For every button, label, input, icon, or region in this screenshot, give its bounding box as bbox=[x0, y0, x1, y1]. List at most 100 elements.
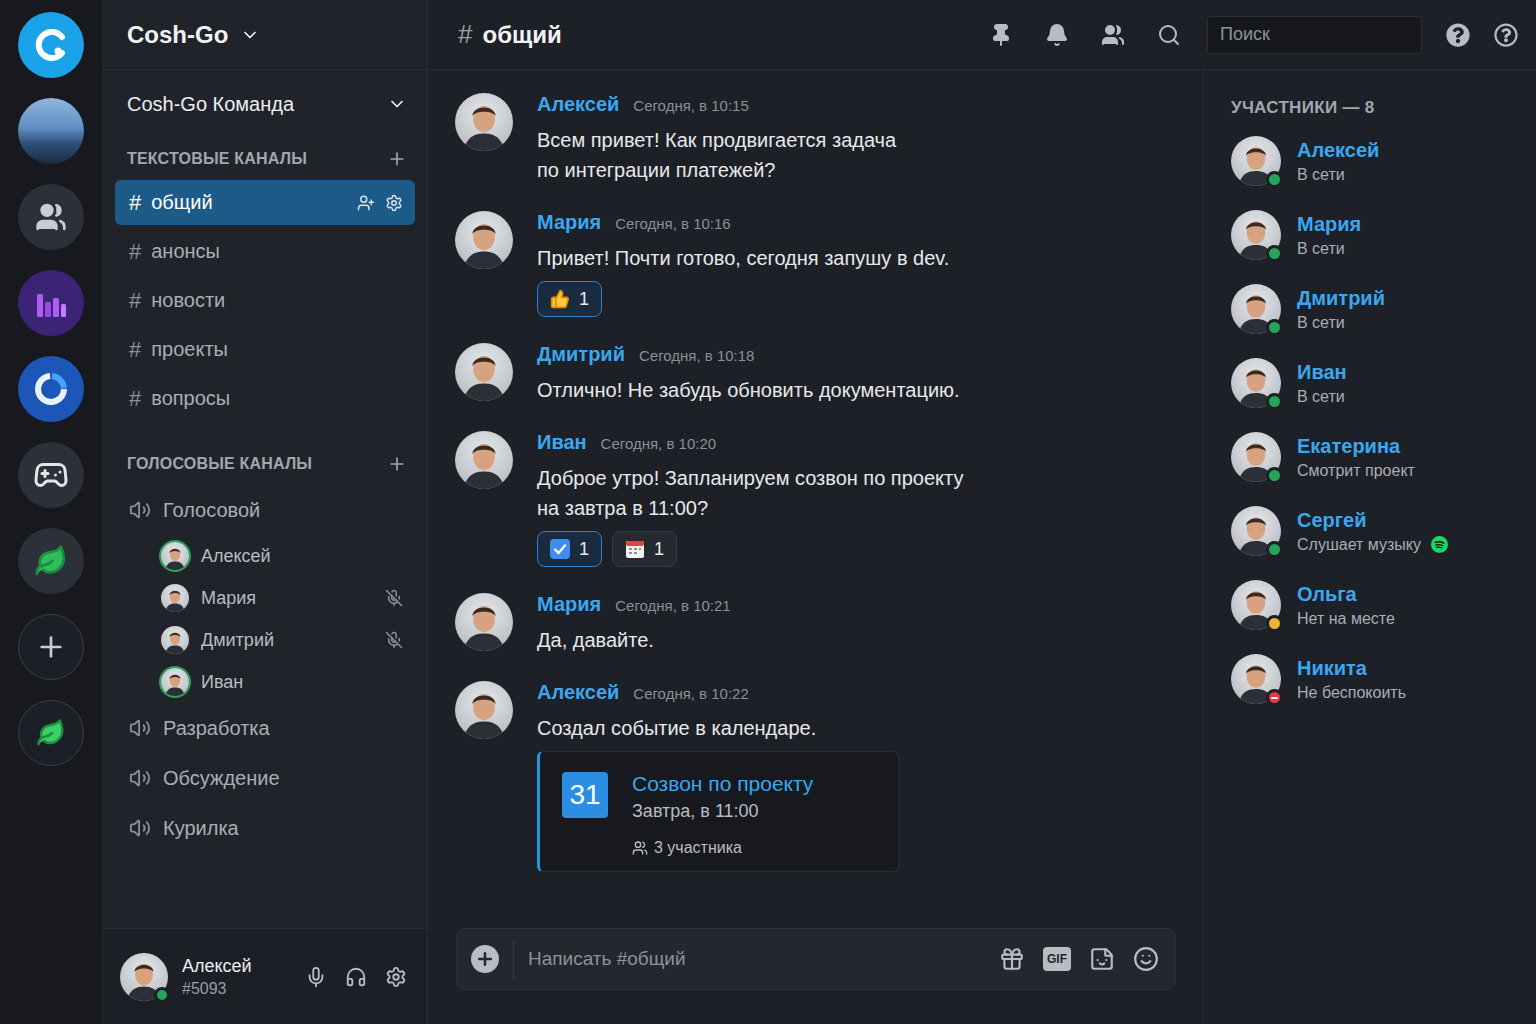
channel-item[interactable]: #анонсы bbox=[115, 229, 415, 274]
help-icon[interactable] bbox=[1446, 23, 1470, 47]
avatar-photo bbox=[455, 343, 513, 401]
search-icon[interactable] bbox=[1157, 23, 1181, 47]
voice-member[interactable]: Мария bbox=[115, 577, 415, 619]
add-user-icon[interactable] bbox=[357, 194, 375, 212]
thumbs-up-icon bbox=[550, 289, 570, 309]
channel-item[interactable]: #общий bbox=[115, 180, 415, 225]
server-header[interactable]: Cosh-Go bbox=[103, 0, 427, 70]
author-name[interactable]: Мария bbox=[537, 593, 601, 616]
reaction[interactable]: 1 bbox=[537, 281, 602, 317]
message-body: АлексейСегодня, в 10:22Создал событие в … bbox=[537, 681, 899, 872]
plus-icon[interactable] bbox=[387, 149, 407, 169]
voice-member-name: Алексей bbox=[201, 546, 403, 567]
server-button[interactable] bbox=[18, 184, 84, 250]
server-button[interactable] bbox=[18, 356, 84, 422]
event-card[interactable]: 31Созвон по проектуЗавтра, в 11:003 учас… bbox=[537, 751, 899, 872]
avatar[interactable] bbox=[455, 681, 513, 739]
emoji-icon[interactable] bbox=[1133, 946, 1159, 972]
avatar[interactable] bbox=[455, 431, 513, 489]
person-icon bbox=[455, 431, 513, 489]
channel-item[interactable]: #проекты bbox=[115, 327, 415, 372]
voice-member[interactable]: Алексей bbox=[115, 535, 415, 577]
author-name[interactable]: Алексей bbox=[537, 93, 619, 116]
server-button[interactable] bbox=[18, 270, 84, 336]
member-item[interactable]: МарияВ сети bbox=[1231, 210, 1524, 260]
person-icon bbox=[161, 584, 189, 612]
team-selector[interactable]: Cosh-Go Команда bbox=[103, 70, 427, 138]
logo-icon bbox=[31, 25, 71, 65]
message: АлексейСегодня, в 10:22Создал событие в … bbox=[455, 681, 1176, 872]
voice-channel[interactable]: Голосовой bbox=[115, 485, 415, 535]
section-title: ТЕКСТОВЫЕ КАНАЛЫ bbox=[127, 150, 307, 168]
plus-icon[interactable] bbox=[387, 454, 407, 474]
gear-icon[interactable] bbox=[385, 966, 407, 988]
server-button[interactable] bbox=[18, 98, 84, 164]
member-item[interactable]: ОльгаНет на месте bbox=[1231, 580, 1524, 630]
member-item[interactable]: ЕкатеринаСмотрит проект bbox=[1231, 432, 1524, 482]
member-name: Алексей bbox=[1297, 139, 1379, 162]
avatar[interactable] bbox=[1231, 580, 1281, 630]
member-item[interactable]: СергейСлушает музыку bbox=[1231, 506, 1524, 556]
message-text: Всем привет! Как продвигается задача по … bbox=[537, 125, 896, 185]
avatar[interactable] bbox=[1231, 210, 1281, 260]
avatar[interactable] bbox=[455, 593, 513, 651]
reaction[interactable]: 1 bbox=[612, 531, 677, 567]
avatar[interactable] bbox=[1231, 358, 1281, 408]
member-item[interactable]: АлексейВ сети bbox=[1231, 136, 1524, 186]
server-button[interactable] bbox=[18, 442, 84, 508]
avatar[interactable] bbox=[161, 626, 189, 654]
voice-member[interactable]: Иван bbox=[115, 661, 415, 703]
person-icon bbox=[455, 681, 513, 739]
voice-member[interactable]: Дмитрий bbox=[115, 619, 415, 661]
members-icon[interactable] bbox=[1101, 23, 1125, 47]
avatar[interactable] bbox=[161, 668, 189, 696]
headphones-icon[interactable] bbox=[345, 966, 367, 988]
avatar[interactable] bbox=[455, 93, 513, 151]
member-item[interactable]: ДмитрийВ сети bbox=[1231, 284, 1524, 334]
author-name[interactable]: Мария bbox=[537, 211, 601, 234]
mic-icon[interactable] bbox=[305, 966, 327, 988]
channel-item[interactable]: #вопросы bbox=[115, 376, 415, 421]
help-outline-icon[interactable] bbox=[1494, 23, 1518, 47]
server-button[interactable] bbox=[18, 614, 84, 680]
author-name[interactable]: Алексей bbox=[537, 681, 619, 704]
member-item[interactable]: ИванВ сети bbox=[1231, 358, 1524, 408]
member-item[interactable]: НикитаНе беспокоить bbox=[1231, 654, 1524, 704]
person-icon bbox=[161, 542, 189, 570]
event-title[interactable]: Созвон по проекту bbox=[632, 772, 813, 796]
server-button[interactable] bbox=[18, 700, 84, 766]
avatar[interactable] bbox=[1231, 654, 1281, 704]
avatar[interactable] bbox=[1231, 432, 1281, 482]
main-area: #общийПоискАлексейСегодня, в 10:15Всем п… bbox=[428, 0, 1536, 1024]
reaction[interactable]: 1 bbox=[537, 531, 602, 567]
author-name[interactable]: Дмитрий bbox=[537, 343, 625, 366]
voice-channel[interactable]: Обсуждение bbox=[115, 753, 415, 803]
attach-button[interactable] bbox=[471, 945, 499, 973]
bell-icon[interactable] bbox=[1045, 23, 1069, 47]
server-button[interactable] bbox=[18, 528, 84, 594]
search-field[interactable]: Поиск bbox=[1207, 16, 1422, 54]
gif-button[interactable]: GIF bbox=[1043, 947, 1071, 971]
voice-channel[interactable]: Разработка bbox=[115, 703, 415, 753]
avatar[interactable] bbox=[161, 584, 189, 612]
sticker-icon[interactable] bbox=[1089, 946, 1115, 972]
section-header[interactable]: ТЕКСТОВЫЕ КАНАЛЫ bbox=[103, 144, 427, 174]
server-button[interactable] bbox=[18, 12, 84, 78]
author-name[interactable]: Иван bbox=[537, 431, 587, 454]
avatar[interactable] bbox=[1231, 284, 1281, 334]
section-header[interactable]: ГОЛОСОВЫЕ КАНАЛЫ bbox=[103, 449, 427, 479]
gift-icon[interactable] bbox=[999, 946, 1025, 972]
avatar[interactable] bbox=[161, 542, 189, 570]
avatar[interactable] bbox=[455, 343, 513, 401]
avatar[interactable] bbox=[1231, 506, 1281, 556]
avatar[interactable] bbox=[120, 953, 168, 1001]
reaction-count: 1 bbox=[579, 539, 589, 560]
channel-item[interactable]: #новости bbox=[115, 278, 415, 323]
avatar[interactable] bbox=[1231, 136, 1281, 186]
voice-channel[interactable]: Курилка bbox=[115, 803, 415, 853]
message-input[interactable]: Написать #общий bbox=[528, 948, 999, 970]
avatar[interactable] bbox=[455, 211, 513, 269]
gear-icon[interactable] bbox=[385, 194, 403, 212]
pin-icon[interactable] bbox=[989, 23, 1013, 47]
text-channel-list: #общий#анонсы#новости#проекты#вопросы bbox=[103, 174, 427, 421]
